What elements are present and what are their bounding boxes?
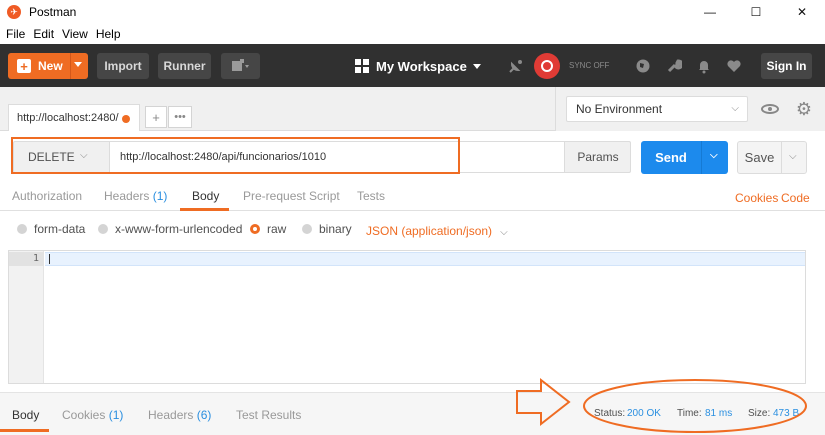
chevron-down-icon: [472, 63, 481, 69]
request-section-tabs: Authorization Headers (1) Body Pre-reque…: [0, 183, 825, 211]
menu-help[interactable]: Help: [94, 27, 127, 41]
size-label: Size:: [748, 408, 771, 419]
active-response-tab-indicator: [0, 429, 49, 432]
menu-view[interactable]: View: [60, 27, 94, 41]
heart-icon[interactable]: [726, 58, 742, 74]
request-tab-label: http://localhost:2480/: [17, 112, 119, 124]
menu-edit[interactable]: Edit: [31, 27, 60, 41]
new-window-button[interactable]: [221, 53, 260, 79]
chevron-down-icon: ⌵: [500, 227, 508, 238]
more-tabs-button[interactable]: •••: [168, 106, 192, 128]
eye-icon: [761, 104, 779, 114]
globe-icon[interactable]: [635, 58, 651, 74]
title-bar: ✈ Postman — ☐ ✕: [0, 0, 825, 24]
new-button-label: New: [38, 59, 63, 73]
status-label: Status:: [594, 408, 626, 419]
response-tab-test-results[interactable]: Test Results: [236, 408, 301, 422]
menu-bar: File Edit View Help: [0, 24, 825, 44]
chevron-down-icon: ⌵: [731, 103, 739, 114]
url-highlight-annotation: [11, 137, 460, 174]
runner-button[interactable]: Runner: [158, 53, 211, 79]
sign-in-button[interactable]: Sign In: [761, 53, 812, 79]
environment-selected: No Environment: [576, 102, 663, 116]
new-button-divider: [70, 53, 71, 79]
send-button-divider: [701, 141, 702, 174]
environment-quick-look-button[interactable]: [757, 96, 783, 122]
plus-icon: +: [17, 59, 31, 73]
radio-binary[interactable]: binary: [302, 222, 352, 236]
chevron-down-icon[interactable]: ⌵: [710, 150, 718, 161]
radio-circle-icon: [98, 224, 108, 234]
save-button-label: Save: [744, 150, 775, 165]
maximize-icon[interactable]: ☐: [733, 0, 779, 24]
code-link[interactable]: Code: [781, 191, 810, 205]
radio-x-www-form-urlencoded[interactable]: x-www-form-urlencoded: [98, 222, 242, 236]
tab-tests[interactable]: Tests: [357, 189, 385, 203]
satellite-icon[interactable]: [508, 58, 524, 74]
save-button-divider: [781, 142, 782, 173]
sync-status-label: SYNC OFF: [569, 61, 610, 70]
save-button[interactable]: Save ⌵: [737, 141, 807, 174]
chevron-down-icon[interactable]: [74, 62, 82, 67]
response-bar: Body Cookies (1) Headers (6) Test Result…: [0, 392, 825, 435]
request-tab[interactable]: http://localhost:2480/: [8, 104, 140, 131]
wrench-icon[interactable]: [666, 58, 682, 74]
time-label: Time:: [677, 408, 702, 419]
chevron-down-icon[interactable]: ⌵: [789, 151, 797, 162]
unsaved-dot-icon: [122, 115, 130, 123]
line-number: 1: [32, 253, 39, 264]
manage-environments-button[interactable]: ⚙: [791, 96, 817, 122]
environment-select[interactable]: No Environment ⌵: [566, 96, 748, 122]
header-toolbar: + New Import Runner My Workspace SYNC OF…: [0, 44, 825, 87]
add-tab-button[interactable]: +: [145, 106, 167, 128]
params-button[interactable]: Params: [565, 142, 631, 172]
body-editor[interactable]: 1: [8, 250, 806, 384]
menu-file[interactable]: File: [4, 27, 31, 41]
close-icon[interactable]: ✕: [779, 0, 825, 24]
time-value: 81 ms: [705, 408, 733, 419]
import-button[interactable]: Import: [97, 53, 149, 79]
response-tab-headers[interactable]: Headers (6): [148, 408, 211, 422]
tab-authorization[interactable]: Authorization: [12, 189, 82, 203]
status-value: 200 OK: [627, 408, 661, 419]
editor-gutter: [9, 251, 44, 383]
gear-icon: ⚙: [795, 98, 813, 119]
new-button[interactable]: + New: [8, 53, 88, 79]
send-button[interactable]: Send ⌵: [641, 141, 728, 174]
size-value: 473 B: [773, 408, 800, 419]
tab-headers[interactable]: Headers (1): [104, 189, 167, 203]
raw-type-select[interactable]: JSON (application/json) ⌵: [366, 224, 508, 238]
tab-pre-request-script[interactable]: Pre-request Script: [243, 189, 340, 203]
bell-icon[interactable]: [696, 58, 712, 74]
new-window-icon: [231, 59, 249, 71]
window-controls: — ☐ ✕: [687, 0, 825, 24]
response-tab-body[interactable]: Body: [12, 408, 39, 422]
postman-logo-icon: ✈: [7, 5, 21, 19]
request-tab-bar: http://localhost:2480/ + •••: [0, 87, 555, 131]
radio-circle-icon: [17, 224, 27, 234]
cookies-link[interactable]: Cookies: [735, 191, 778, 205]
workspace-grid-icon: [355, 59, 369, 73]
minimize-icon[interactable]: —: [687, 0, 733, 24]
send-button-label: Send: [655, 150, 687, 165]
environment-bar: No Environment ⌵ ⚙: [555, 87, 825, 131]
body-type-selector: form-data x-www-form-urlencoded raw bina…: [0, 211, 825, 248]
workspace-label: My Workspace: [376, 58, 467, 74]
active-line: [45, 252, 805, 266]
radio-raw[interactable]: raw: [250, 222, 286, 236]
radio-circle-icon: [302, 224, 312, 234]
radio-form-data[interactable]: form-data: [17, 222, 85, 236]
radio-circle-selected-icon: [250, 224, 260, 234]
window-title: Postman: [29, 5, 77, 19]
tab-body[interactable]: Body: [192, 189, 219, 203]
workspace-selector[interactable]: My Workspace: [355, 57, 481, 75]
sync-status-icon[interactable]: [534, 53, 560, 79]
response-tab-cookies[interactable]: Cookies (1): [62, 408, 123, 422]
text-cursor: [49, 254, 50, 264]
